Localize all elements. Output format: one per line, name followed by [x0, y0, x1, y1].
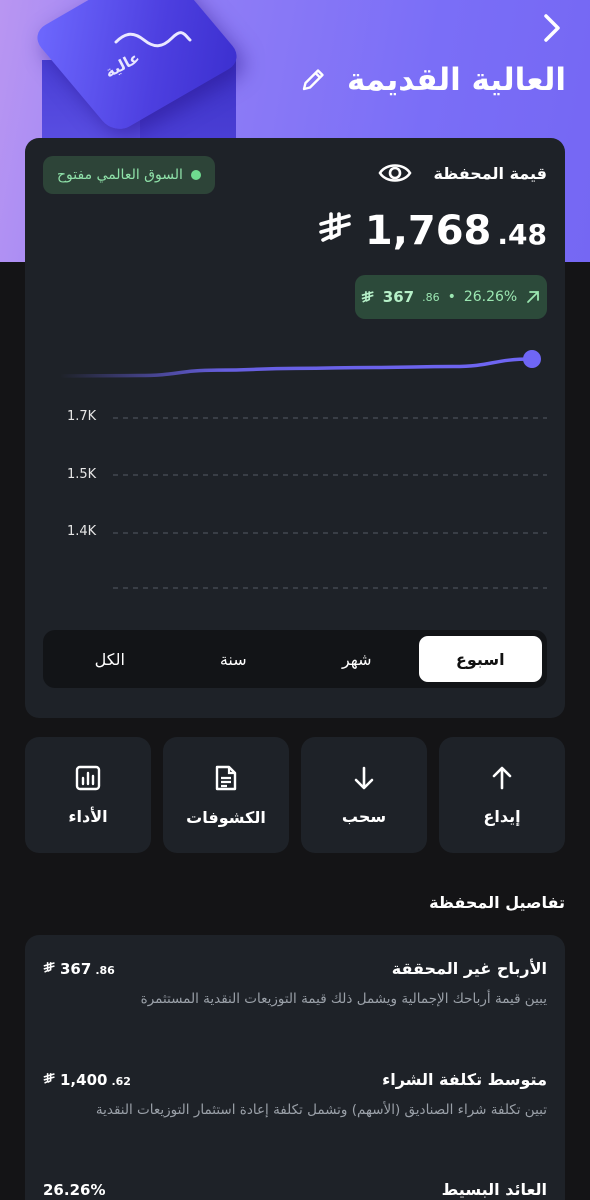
arrow-down-icon — [354, 766, 374, 789]
tab-year[interactable]: سنة — [172, 636, 296, 682]
unrealized-gains-value: 367 .86 — [43, 960, 115, 978]
average-cost-description: تبين تكلفة شراء الصناديق (الأسهم) وتشمل … — [95, 1102, 547, 1118]
unrealized-gains-description: يبين قيمة أرباحك الإجمالية ويشمل ذلك قيم… — [140, 991, 547, 1007]
tab-month[interactable]: شهر — [295, 636, 419, 682]
withdraw-button[interactable]: سحب — [301, 737, 427, 853]
eye-icon — [378, 164, 412, 182]
deposit-button[interactable]: إيداع — [439, 737, 565, 853]
riyal-currency-icon — [319, 212, 353, 253]
performance-label: الأداء — [68, 806, 108, 826]
tab-week[interactable]: اسبوع — [418, 636, 542, 682]
riyal-small-icon — [43, 1072, 55, 1084]
simple-return-item: العائد البسيط 26.26% — [43, 1180, 547, 1199]
portfolio-details-card: الأرباح غير المحققة 367 .86 يبين قيمة أر… — [25, 935, 565, 1200]
performance-button[interactable]: الأداء — [25, 737, 151, 853]
series-line — [58, 357, 534, 378]
range-selector: اسبوع شهر سنة الكل — [43, 630, 547, 688]
statements-label: الكشوفات — [186, 807, 266, 827]
portfolio-value-decimal: .48 — [497, 218, 547, 251]
market-open-dot — [190, 170, 201, 180]
portfolio-chart: 1.7K 1.5K 1.4K — [25, 338, 565, 608]
edit-name-button[interactable] — [297, 64, 329, 96]
gain-badge: 367 .86 • 26.26% — [355, 275, 547, 319]
chart-svg — [58, 350, 547, 589]
average-cost-integer: 1,400 — [60, 1070, 108, 1089]
withdraw-label: سحب — [341, 806, 387, 826]
gain-separator: • — [447, 289, 456, 305]
unrealized-gains-title: الأرباح غير المحققة — [391, 959, 547, 978]
riyal-symbol-icon — [319, 212, 351, 242]
portfolio-value-integer: 1,768 — [364, 208, 492, 254]
toggle-visibility-button[interactable] — [377, 158, 413, 188]
portfolio-value: 1,768 .48 — [319, 208, 547, 254]
simple-return-value: 26.26% — [43, 1180, 106, 1199]
gain-amount-decimal: .86 — [422, 290, 440, 304]
portfolio-value-header: قيمة المحفظة — [377, 158, 547, 188]
average-cost-value: 1,400 .62 — [43, 1071, 131, 1089]
riyal-small-icon — [361, 291, 374, 303]
deposit-label: إيداع — [483, 806, 521, 826]
simple-return-title: العائد البسيط — [441, 1180, 547, 1199]
gain-percent: 26.26% — [463, 289, 518, 305]
gain-amount-integer: 367 — [382, 288, 415, 306]
portfolio-card: السوق العالمي مفتوح قيمة المحفظة 1,768 .… — [25, 138, 565, 718]
page-title: العالية القديمة — [347, 62, 566, 98]
riyal-small-icon — [43, 961, 55, 973]
portfolio-value-label: قيمة المحفظة — [433, 163, 547, 183]
average-cost-item: متوسط تكلفة الشراء 1,400 .62 تبين تكلفة … — [43, 1070, 547, 1121]
back-button[interactable] — [534, 10, 570, 46]
arrow-up-right-icon — [527, 291, 540, 303]
y-tick-label: 1.4K — [67, 524, 97, 539]
title-row: العالية القديمة — [297, 62, 566, 98]
statements-button[interactable]: الكشوفات — [163, 737, 289, 853]
unrealized-gains-integer: 367 — [60, 959, 92, 978]
unrealized-gains-decimal: .86 — [95, 963, 115, 977]
details-section-title: تفاصيل المحفظة — [429, 893, 565, 912]
y-tick-label: 1.7K — [67, 409, 97, 424]
tab-all[interactable]: الكل — [48, 636, 172, 682]
market-status-text: السوق العالمي مفتوح — [57, 167, 183, 183]
y-tick-label: 1.5K — [67, 467, 97, 482]
unrealized-gains-item: الأرباح غير المحققة 367 .86 يبين قيمة أر… — [43, 959, 547, 1010]
average-cost-title: متوسط تكلفة الشراء — [382, 1070, 547, 1089]
arrow-up-icon — [492, 766, 512, 789]
average-cost-decimal: .62 — [111, 1074, 131, 1088]
market-status-badge: السوق العالمي مفتوح — [43, 156, 215, 194]
wave-icon — [114, 31, 192, 48]
chevron-right-icon — [544, 14, 560, 42]
document-icon — [215, 765, 237, 790]
series-end-point — [523, 350, 541, 368]
bar-chart-icon — [75, 765, 101, 790]
quick-actions: إيداع سحب الكشوفات الأداء — [25, 737, 565, 853]
pencil-icon — [302, 69, 324, 91]
